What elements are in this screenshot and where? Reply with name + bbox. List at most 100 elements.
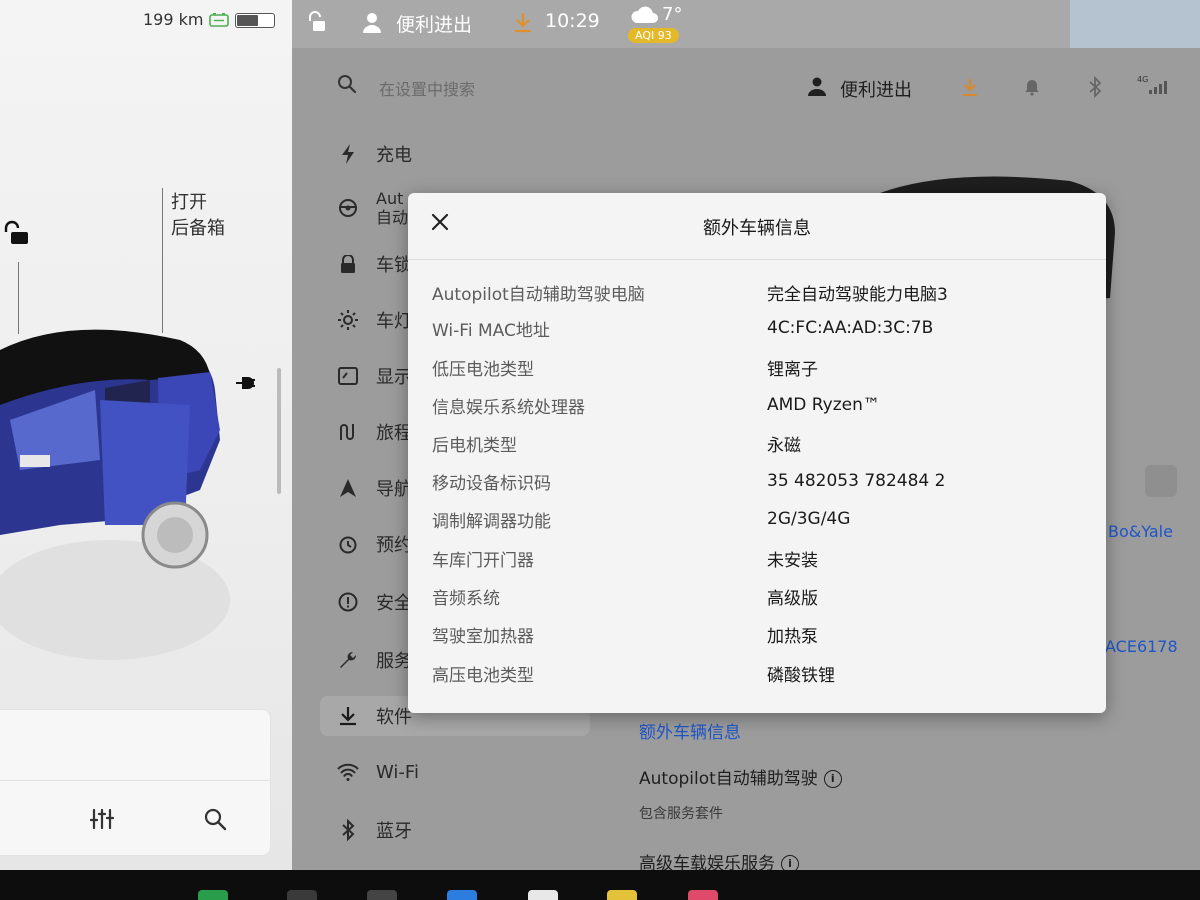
info-key: 高压电池类型 xyxy=(432,665,534,686)
settings-search-input[interactable]: 在设置中搜索 xyxy=(379,76,475,100)
menu-item-wifi[interactable]: Wi-Fi xyxy=(330,752,590,792)
info-value: 磷酸铁锂 xyxy=(767,665,835,686)
autopilot-package-row: Autopilot自动辅助驾驶 i xyxy=(639,764,842,789)
dock-app-icon[interactable] xyxy=(287,890,317,900)
menu-label-autopilot-line2: 自动 xyxy=(376,208,409,227)
info-key: 驾驶室加热器 xyxy=(432,626,534,647)
safety-icon xyxy=(338,592,358,612)
aqi-badge: AQI 93 xyxy=(628,28,679,43)
info-value: 未安装 xyxy=(767,550,818,571)
info-row: 移动设备标识码 35 482053 782484 2 xyxy=(432,466,1082,496)
controls-sliders-icon[interactable] xyxy=(89,807,115,831)
menu-label-wifi: Wi-Fi xyxy=(376,761,419,783)
dialog-title: 额外车辆信息 xyxy=(703,218,811,239)
outside-temperature: 7° xyxy=(662,4,683,25)
dock-app-icon[interactable] xyxy=(447,890,477,900)
battery-charging-icon xyxy=(209,13,229,27)
info-icon[interactable]: i xyxy=(823,770,842,788)
unlock-icon[interactable] xyxy=(3,220,31,246)
unlock-icon[interactable] xyxy=(307,11,327,33)
info-key: 音频系统 xyxy=(432,588,500,609)
header-profile-name[interactable]: 便利进出 xyxy=(840,76,912,102)
search-icon[interactable] xyxy=(203,807,227,831)
info-row: Autopilot自动辅助驾驶电脑 完全自动驾驶能力电脑3 xyxy=(432,277,1082,307)
info-row: 低压电池类型 锂离子 xyxy=(432,352,1082,382)
trunk-callout-line xyxy=(162,188,163,333)
info-row: 调制解调器功能 2G/3G/4G xyxy=(432,504,1082,534)
partial-link-1[interactable]: Bo&Yale xyxy=(1108,522,1173,541)
info-row: 驾驶室加热器 加热泵 xyxy=(432,619,1082,649)
menu-label-charging: 充电 xyxy=(376,145,412,166)
menu-label-autopilot-line1: Aut xyxy=(376,189,404,208)
quick-controls-card xyxy=(0,710,270,855)
info-value: 2G/3G/4G xyxy=(767,509,851,529)
dock-app-icon[interactable] xyxy=(607,890,637,900)
steering-wheel-icon xyxy=(339,199,357,217)
driver-profile-name[interactable]: 便利进出 xyxy=(396,10,472,37)
menu-label-schedule: 预约 xyxy=(376,535,412,556)
menu-label-trips: 旅程 xyxy=(376,423,412,444)
info-key: 调制解调器功能 xyxy=(432,511,551,532)
software-update-icon[interactable] xyxy=(961,77,979,97)
info-key: 车库门开门器 xyxy=(432,550,534,571)
download-icon xyxy=(340,707,356,726)
notification-bell-icon[interactable] xyxy=(1024,78,1040,96)
range-readout: 199 km xyxy=(143,10,204,29)
wifi-icon xyxy=(337,763,359,781)
extra-vehicle-info-dialog: 额外车辆信息 Autopilot自动辅助驾驶电脑 完全自动驾驶能力电脑3 Wi-F… xyxy=(408,193,1106,713)
info-row: Wi-Fi MAC地址 4C:FC:AA:AD:3C:7B xyxy=(432,313,1082,343)
lock-icon xyxy=(341,255,355,273)
toggle-checkbox[interactable] xyxy=(1145,465,1177,497)
menu-label-locks: 车锁 xyxy=(376,255,412,276)
navigation-icon xyxy=(340,479,356,497)
info-row: 车库门开门器 未安装 xyxy=(432,543,1082,573)
partial-link-2[interactable]: ACE6178 xyxy=(1105,637,1178,656)
software-update-icon[interactable] xyxy=(513,11,533,33)
dialog-divider xyxy=(408,259,1106,260)
info-key: 后电机类型 xyxy=(432,435,517,456)
schedule-icon xyxy=(339,536,357,554)
menu-item-charging[interactable]: 充电 xyxy=(330,134,590,174)
map-background xyxy=(1070,0,1200,48)
light-icon xyxy=(338,310,358,330)
bolt-icon xyxy=(342,144,354,164)
info-key: 移动设备标识码 xyxy=(432,473,551,494)
battery-level-bar xyxy=(235,13,275,28)
menu-label-lights: 车灯 xyxy=(376,311,412,332)
panel-scrollbar[interactable] xyxy=(277,368,281,494)
menu-label-display: 显示 xyxy=(376,367,412,388)
bluetooth-icon xyxy=(342,819,355,841)
info-value: 35 482053 782484 2 xyxy=(767,471,946,491)
extra-vehicle-info-link[interactable]: 额外车辆信息 xyxy=(639,718,741,743)
dock-app-icon[interactable] xyxy=(688,890,718,900)
display-icon xyxy=(338,367,358,385)
info-value: 4C:FC:AA:AD:3C:7B xyxy=(767,318,934,338)
menu-label-autopilot: Aut 自动 xyxy=(376,189,408,227)
info-value: 加热泵 xyxy=(767,626,818,647)
settings-search-icon[interactable] xyxy=(337,74,357,94)
menu-label-service: 服务 xyxy=(376,651,412,672)
info-key: 信息娱乐系统处理器 xyxy=(432,397,585,418)
info-row: 高压电池类型 磷酸铁锂 xyxy=(432,658,1082,688)
wrench-icon xyxy=(340,651,357,668)
car-3d-image xyxy=(0,329,230,660)
dock-app-icon[interactable] xyxy=(198,890,228,900)
driver-profile-icon[interactable] xyxy=(808,77,826,97)
car-visualization-panel: 199 km 打开 后备箱 xyxy=(0,0,292,870)
cellular-signal-icon: 4G xyxy=(1137,75,1167,94)
info-value: AMD Ryzen™ xyxy=(767,395,880,415)
open-trunk-button[interactable]: 打开 后备箱 xyxy=(171,190,225,242)
dock-app-icon[interactable] xyxy=(528,890,558,900)
bluetooth-icon[interactable] xyxy=(1088,76,1102,98)
info-key: Autopilot自动辅助驾驶电脑 xyxy=(432,284,645,305)
menu-label-bluetooth: 蓝牙 xyxy=(376,821,412,842)
info-value: 永磁 xyxy=(767,435,801,456)
info-value: 高级版 xyxy=(767,588,818,609)
app-dock xyxy=(0,870,1200,900)
dock-app-icon[interactable] xyxy=(367,890,397,900)
open-trunk-label-line1: 打开 xyxy=(171,192,207,213)
autopilot-package-subtitle: 包含服务套件 xyxy=(639,806,723,822)
menu-item-bluetooth[interactable]: 蓝牙 xyxy=(330,810,590,850)
signal-label: 4G xyxy=(1137,75,1148,84)
driver-profile-icon[interactable] xyxy=(362,12,382,34)
